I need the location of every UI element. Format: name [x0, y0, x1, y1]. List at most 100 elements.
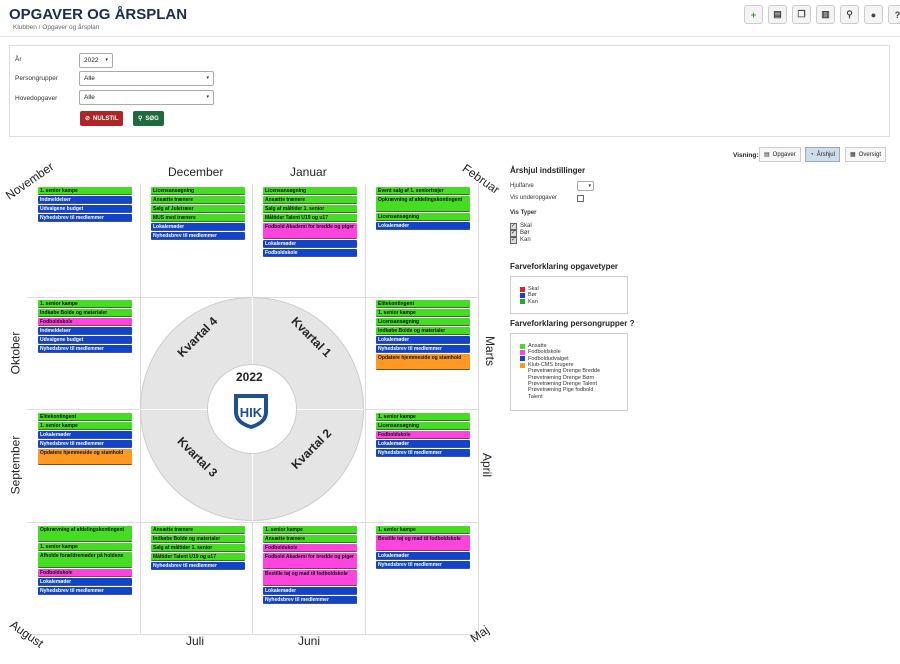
- task-item[interactable]: Nyhedsbrev til medlemmer: [376, 345, 470, 353]
- task-item[interactable]: Lokalemøder: [38, 431, 132, 439]
- task-item[interactable]: Indkøbe Bolde og materialer: [38, 309, 132, 317]
- task-item[interactable]: Salg af Juletræer: [151, 205, 245, 213]
- task-item[interactable]: Indkøbe Bolde og materialer: [376, 327, 470, 335]
- task-item[interactable]: Nyhedsbrev til medlemmer: [38, 345, 132, 353]
- task-item[interactable]: Elitekontingent: [376, 300, 470, 308]
- task-item[interactable]: Fodboldskole: [38, 318, 132, 326]
- task-item[interactable]: Lokalemøder: [376, 440, 470, 448]
- task-item[interactable]: Elitekontingent: [38, 413, 132, 421]
- view-oversigt-button[interactable]: ▦ Oversigt: [845, 147, 887, 162]
- task-item[interactable]: Opdatere hjemmeside og stamhold: [38, 449, 132, 465]
- copy-icon[interactable]: ❐: [792, 5, 811, 24]
- task-item[interactable]: Lokalemøder: [151, 223, 245, 231]
- task-item[interactable]: Lokalemøder: [263, 587, 357, 595]
- persongrupper-select[interactable]: Alle ▾: [79, 71, 214, 86]
- task-item[interactable]: 1. senior kampe: [263, 526, 357, 534]
- task-item[interactable]: Licensansøgning: [376, 422, 470, 430]
- task-item[interactable]: Nyhedsbrev til medlemmer: [151, 232, 245, 240]
- task-item[interactable]: MUS med trænere: [151, 214, 245, 222]
- vis-underopgaver-checkbox[interactable]: [577, 195, 584, 202]
- filter-panel: År 2022 ▾ Persongrupper Alle ▾ Hovedopgave…: [9, 45, 890, 137]
- task-item[interactable]: Afholde forældremøder på holdene: [38, 552, 132, 568]
- task-item[interactable]: Ansætte trænere: [263, 196, 357, 204]
- task-item[interactable]: Nyhedsbrev til medlemmer: [376, 449, 470, 457]
- task-item[interactable]: Opdatere hjemmeside og stamhold: [376, 354, 470, 370]
- task-item[interactable]: Opkrævning af afdelingskontingent: [38, 526, 132, 542]
- task-item[interactable]: 1. senior kampe: [376, 309, 470, 317]
- task-item[interactable]: Nyhedsbrev til medlemmer: [38, 440, 132, 448]
- task-item[interactable]: Nyhedsbrev til medlemmer: [38, 214, 132, 222]
- task-item[interactable]: Salg af måltider 1. senior: [151, 544, 245, 552]
- task-item[interactable]: Udvalgene budget: [38, 336, 132, 344]
- settings-title: Årshjul indstillinger: [510, 166, 586, 175]
- type-kan[interactable]: ✓ Kan: [510, 237, 531, 244]
- task-item[interactable]: Fodbold Akademi for bredde og piger: [263, 223, 357, 239]
- types-legend-title: Farveforklaring opgavetyper: [510, 262, 619, 271]
- task-item[interactable]: Fodboldskole: [376, 431, 470, 439]
- task-item[interactable]: Opkrævning af afdelingskontingent: [376, 196, 470, 212]
- task-item[interactable]: Lokalemøder: [38, 578, 132, 586]
- task-item[interactable]: Fodboldskole: [38, 569, 132, 577]
- calendar-icon: ▦: [850, 152, 856, 158]
- toolbar: + ▤ ❐ ▥ ⚲ ●?: [744, 5, 900, 24]
- legend-swatch: [520, 286, 525, 292]
- task-item[interactable]: Måltider Talent U19 og u17: [151, 553, 245, 561]
- globe-icon[interactable]: ●: [864, 5, 883, 24]
- type-boer[interactable]: ✓ Bør: [510, 230, 530, 237]
- pdf-icon[interactable]: ▥: [816, 5, 835, 24]
- task-item[interactable]: Licensansøgning: [263, 187, 357, 195]
- zoom-icon[interactable]: ⚲: [840, 5, 859, 24]
- reset-button[interactable]: ⊘ NULSTIL: [80, 111, 124, 126]
- help-icon[interactable]: ?: [888, 5, 900, 24]
- hovedopgaver-select[interactable]: Alle ▾: [79, 90, 214, 105]
- task-item[interactable]: Nyhedsbrev til medlemmer: [376, 561, 470, 569]
- document-icon[interactable]: ▤: [768, 5, 787, 24]
- legend-swatch: [520, 381, 525, 386]
- task-item[interactable]: Fodboldskole: [263, 544, 357, 552]
- task-item[interactable]: 1. senior kampe: [38, 300, 132, 308]
- task-item[interactable]: Nyhedsbrev til medlemmer: [151, 562, 245, 570]
- task-item[interactable]: Lokalemøder: [376, 222, 470, 230]
- task-item[interactable]: Lokalemøder: [376, 552, 470, 560]
- task-item[interactable]: Ansætte trænere: [151, 526, 245, 534]
- task-item[interactable]: Event salg af 1. seniortrøjer: [376, 187, 470, 195]
- wheel-color-picker[interactable]: ▾: [577, 181, 594, 191]
- task-item[interactable]: Udvalgene budget: [38, 205, 132, 213]
- task-item[interactable]: Salg af måltider 1. senior: [263, 205, 357, 213]
- hjulfarve-label: Hjulfarve: [510, 183, 534, 189]
- task-item[interactable]: Fodbold Akademi for bredde og piger: [263, 553, 357, 569]
- task-item[interactable]: 1. senior kampe: [38, 187, 132, 195]
- legend-swatch: [520, 299, 525, 305]
- task-item[interactable]: Nyhedsbrev til medlemmer: [263, 596, 357, 604]
- view-opgaver-button[interactable]: ▤ Opgaver: [759, 147, 801, 162]
- task-item[interactable]: Fodboldskole: [263, 249, 357, 257]
- task-item[interactable]: 1. senior kampe: [38, 422, 132, 430]
- task-item[interactable]: Licensansøgning: [376, 213, 470, 221]
- add-icon[interactable]: +: [744, 5, 763, 24]
- task-item[interactable]: Ansætte trænere: [263, 535, 357, 543]
- legend-swatch: [520, 369, 525, 374]
- task-item[interactable]: 1. senior kampe: [376, 526, 470, 534]
- task-item[interactable]: Lokalemøder: [376, 336, 470, 344]
- task-item[interactable]: Lokalemøder: [263, 240, 357, 248]
- task-item[interactable]: Måltider Talent U19 og u17: [263, 214, 357, 222]
- view-label: Visning:: [733, 152, 759, 159]
- type-skal[interactable]: ✓ Skal: [510, 223, 532, 230]
- search-button[interactable]: ⚲ SØG: [133, 111, 164, 126]
- year-select[interactable]: 2022 ▾: [79, 53, 113, 68]
- breadcrumb[interactable]: Klubben / Opgaver og årsplan: [13, 24, 99, 31]
- task-item[interactable]: 1. senior kampe: [376, 413, 470, 421]
- task-item[interactable]: Indmeldelser: [38, 196, 132, 204]
- groups-legend-title: Farveforklaring persongrupper ?: [510, 319, 635, 328]
- task-item[interactable]: 1. senior kampe: [38, 543, 132, 551]
- task-item[interactable]: Ansætte trænere: [151, 196, 245, 204]
- legend-item: Talent: [520, 393, 627, 400]
- task-item[interactable]: Licensansøgning: [151, 187, 245, 195]
- task-item[interactable]: Indmeldelser: [38, 327, 132, 335]
- view-aarshjul-button[interactable]: ◔ Årshjul: [805, 147, 840, 162]
- task-item[interactable]: Bestille tøj og mad til fodboldskole: [263, 570, 357, 586]
- task-item[interactable]: Licensansøgning: [376, 318, 470, 326]
- task-item[interactable]: Nyhedsbrev til medlemmer: [38, 587, 132, 595]
- task-item[interactable]: Indkøbe Bolde og materialer: [151, 535, 245, 543]
- task-item[interactable]: Bestille tøj og mad til fodboldskole: [376, 535, 470, 551]
